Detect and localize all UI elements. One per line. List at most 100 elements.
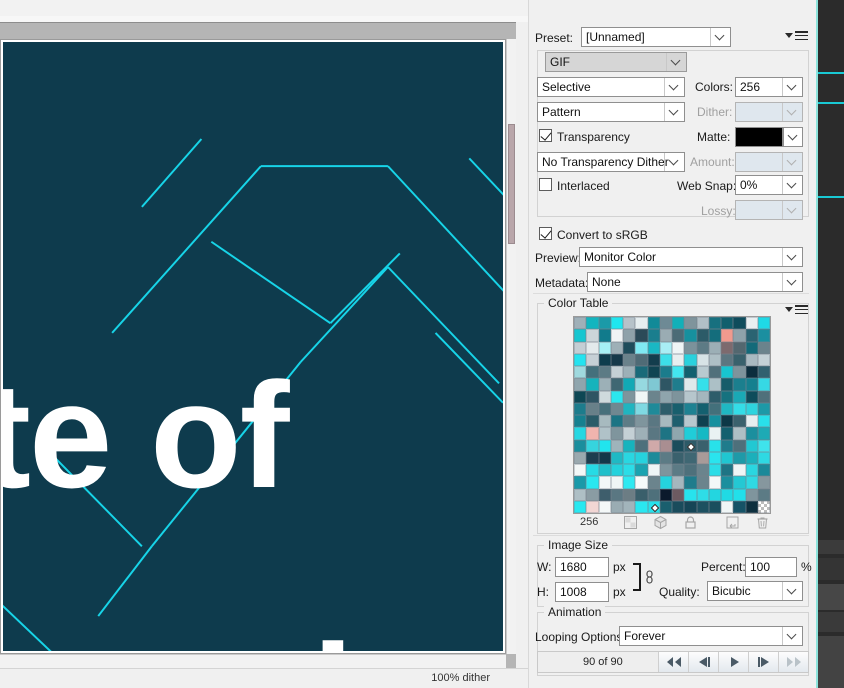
color-table-swatch[interactable] <box>708 402 721 415</box>
color-table-swatch[interactable] <box>647 366 660 379</box>
color-table-swatch[interactable] <box>721 329 734 342</box>
color-table-swatch[interactable] <box>672 378 685 391</box>
color-table-swatch[interactable] <box>635 378 648 391</box>
color-table-swatch[interactable] <box>721 427 734 440</box>
color-table-swatch[interactable] <box>745 488 758 501</box>
color-table-swatch[interactable] <box>610 378 623 391</box>
color-table-swatch[interactable] <box>733 402 746 415</box>
color-table-swatch[interactable] <box>635 464 648 477</box>
color-table-swatch[interactable] <box>610 402 623 415</box>
color-table-swatch[interactable] <box>574 353 587 366</box>
color-table-swatch[interactable] <box>659 427 672 440</box>
color-table-swatch[interactable] <box>623 464 636 477</box>
color-table-swatch[interactable] <box>745 353 758 366</box>
color-table-swatch[interactable] <box>757 488 770 501</box>
color-table-swatch[interactable] <box>672 366 685 379</box>
color-table-swatch[interactable] <box>586 488 599 501</box>
color-table-swatch[interactable] <box>733 366 746 379</box>
color-table-swatch[interactable] <box>623 439 636 452</box>
color-table-swatch[interactable] <box>684 341 697 354</box>
color-table-swatch[interactable] <box>733 353 746 366</box>
color-table-swatch[interactable] <box>574 439 587 452</box>
color-table-swatch[interactable] <box>586 329 599 342</box>
color-table-swatch[interactable] <box>610 329 623 342</box>
color-table-swatch[interactable] <box>586 366 599 379</box>
color-table-swatch[interactable] <box>647 427 660 440</box>
color-table-swatch[interactable] <box>623 488 636 501</box>
color-table-swatch[interactable] <box>598 341 611 354</box>
color-table-swatch[interactable] <box>635 341 648 354</box>
color-table-swatch[interactable] <box>672 329 685 342</box>
color-table-swatch[interactable] <box>721 464 734 477</box>
color-table-swatch[interactable] <box>708 329 721 342</box>
color-table-swatch[interactable] <box>757 464 770 477</box>
color-table-swatch[interactable] <box>708 451 721 464</box>
color-table-swatch[interactable] <box>757 366 770 379</box>
color-table-swatch[interactable] <box>598 427 611 440</box>
lock-swatch-icon[interactable] <box>683 515 698 530</box>
color-table-swatch[interactable] <box>586 317 599 330</box>
color-table-swatch[interactable] <box>635 476 648 489</box>
color-table-swatch[interactable] <box>598 451 611 464</box>
color-table-swatch[interactable] <box>647 500 660 513</box>
color-table-swatch[interactable] <box>684 317 697 330</box>
color-table-swatch[interactable] <box>721 353 734 366</box>
color-table-swatch[interactable] <box>586 415 599 428</box>
color-table-swatch[interactable] <box>598 488 611 501</box>
color-table-swatch[interactable] <box>635 402 648 415</box>
preview-vertical-scrollbar-thumb[interactable] <box>508 124 515 244</box>
color-table-swatch[interactable] <box>696 488 709 501</box>
color-table-swatch[interactable] <box>696 402 709 415</box>
color-table-swatch[interactable] <box>696 500 709 513</box>
color-table-swatch[interactable] <box>733 439 746 452</box>
color-table-swatch[interactable] <box>574 341 587 354</box>
web-snap-dropdown[interactable]: 0% <box>735 175 803 195</box>
color-table-swatch[interactable] <box>623 341 636 354</box>
color-table-swatch[interactable] <box>659 378 672 391</box>
color-table-swatch[interactable] <box>708 488 721 501</box>
color-table-swatch[interactable] <box>586 439 599 452</box>
color-table-swatch[interactable] <box>721 488 734 501</box>
color-table-swatch[interactable] <box>708 476 721 489</box>
color-table-swatch[interactable] <box>586 402 599 415</box>
color-table-swatch[interactable] <box>696 451 709 464</box>
color-table-swatch[interactable] <box>672 488 685 501</box>
color-table-swatch[interactable] <box>708 415 721 428</box>
color-table-swatch[interactable] <box>598 317 611 330</box>
color-table-swatch[interactable] <box>610 451 623 464</box>
color-table-swatch[interactable] <box>696 378 709 391</box>
color-table-swatch[interactable] <box>574 451 587 464</box>
color-table-swatch[interactable] <box>757 329 770 342</box>
color-table-swatch[interactable] <box>623 390 636 403</box>
color-table-swatch[interactable] <box>745 341 758 354</box>
color-table-swatch[interactable] <box>684 500 697 513</box>
color-table-swatch[interactable] <box>672 353 685 366</box>
color-table-swatch[interactable] <box>623 378 636 391</box>
color-table-swatch[interactable] <box>598 378 611 391</box>
preset-panel-menu-icon[interactable] <box>785 30 809 42</box>
color-table-swatch[interactable] <box>574 488 587 501</box>
previous-frame-button[interactable] <box>688 652 718 672</box>
color-table-swatch[interactable] <box>757 378 770 391</box>
transparency-checkbox[interactable] <box>539 129 552 142</box>
color-table-swatch[interactable] <box>696 439 709 452</box>
color-table-swatch[interactable] <box>708 439 721 452</box>
color-table-swatch[interactable] <box>574 402 587 415</box>
color-table-swatch[interactable] <box>610 476 623 489</box>
color-table-swatch[interactable] <box>586 451 599 464</box>
color-table-swatch[interactable] <box>745 378 758 391</box>
color-table-swatch[interactable] <box>757 317 770 330</box>
color-table-swatch[interactable] <box>745 390 758 403</box>
color-table-swatch[interactable] <box>733 378 746 391</box>
color-table-swatch[interactable] <box>659 402 672 415</box>
preview-vertical-scrollbar[interactable] <box>506 39 516 654</box>
color-table-swatch[interactable] <box>696 317 709 330</box>
color-table-swatch[interactable] <box>659 317 672 330</box>
image-preview-canvas[interactable]: te of and <box>3 42 503 651</box>
color-table-swatch[interactable] <box>733 476 746 489</box>
color-table-swatch[interactable] <box>647 353 660 366</box>
color-table-swatch[interactable] <box>708 500 721 513</box>
color-table-swatch[interactable] <box>696 390 709 403</box>
color-table-swatch[interactable] <box>659 488 672 501</box>
color-table-swatch[interactable] <box>574 415 587 428</box>
